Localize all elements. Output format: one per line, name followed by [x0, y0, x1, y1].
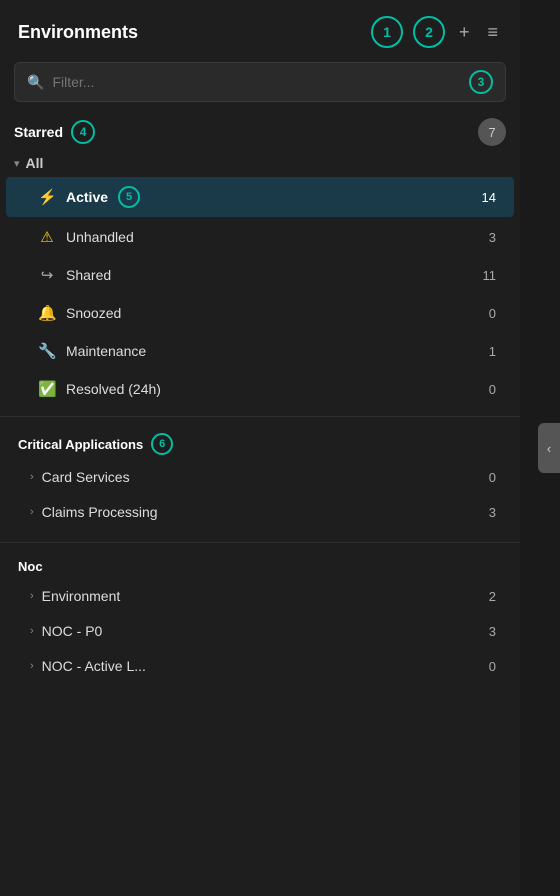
nav-item-resolved[interactable]: ✅ Resolved (24h) 0	[6, 371, 514, 407]
search-icon: 🔍	[27, 74, 44, 91]
maintenance-label: Maintenance	[66, 343, 146, 359]
sidebar-title: Environments	[18, 22, 138, 43]
collapse-badge-7[interactable]: 7	[478, 118, 506, 146]
sub-item-card-services[interactable]: › Card Services 0	[6, 460, 514, 494]
critical-apps-label: Critical Applications 6	[0, 425, 520, 459]
filter-bar: 🔍 3	[0, 58, 520, 112]
resolved-label: Resolved (24h)	[66, 381, 161, 397]
noc-p0-count: 3	[489, 624, 496, 639]
divider-2	[0, 542, 520, 543]
noc-label: Noc	[0, 551, 520, 578]
snoozed-count: 0	[489, 306, 496, 321]
sidebar-header: Environments 1 2 + ≡	[0, 0, 520, 58]
environment-label: Environment	[42, 588, 121, 604]
nav-item-snoozed[interactable]: 🔔 Snoozed 0	[6, 295, 514, 331]
noc-active-chevron-icon: ›	[30, 660, 34, 672]
filter-input[interactable]	[52, 74, 461, 90]
list-button[interactable]: ≡	[483, 18, 502, 47]
all-group-label: All	[26, 155, 44, 171]
sidebar-collapse-tab[interactable]: ‹	[538, 423, 560, 473]
sub-item-claims-processing[interactable]: › Claims Processing 3	[6, 495, 514, 529]
nav-item-active[interactable]: ⚡ Active 5 14	[6, 177, 514, 217]
badge-1[interactable]: 1	[371, 16, 403, 48]
resolved-icon: ✅	[38, 380, 56, 398]
card-services-label: Card Services	[42, 469, 130, 485]
shared-label: Shared	[66, 267, 111, 283]
critical-apps-section: Critical Applications 6 › Card Services …	[0, 425, 520, 534]
filter-input-wrap: 🔍 3	[14, 62, 506, 102]
active-count: 14	[482, 190, 496, 205]
sub-item-noc-active[interactable]: › NOC - Active L... 0	[6, 649, 514, 683]
unhandled-count: 3	[489, 230, 496, 245]
noc-active-label: NOC - Active L...	[42, 658, 146, 674]
starred-badge-4: 4	[71, 120, 95, 144]
sub-item-environment[interactable]: › Environment 2	[6, 579, 514, 613]
starred-section-header: Starred 4 7	[0, 112, 520, 150]
active-label: Active	[66, 189, 108, 205]
shared-count: 11	[483, 268, 497, 283]
starred-label: Starred 4	[14, 120, 95, 144]
snoozed-icon: 🔔	[38, 304, 56, 322]
badge-2[interactable]: 2	[413, 16, 445, 48]
noc-p0-label: NOC - P0	[42, 623, 103, 639]
add-button[interactable]: +	[455, 18, 474, 47]
claims-chevron-icon: ›	[30, 506, 34, 518]
claims-label: Claims Processing	[42, 504, 158, 520]
unhandled-icon: ⚠	[38, 228, 56, 246]
maintenance-icon: 🔧	[38, 342, 56, 360]
shared-icon: ↪	[38, 266, 56, 284]
header-actions: 1 2 + ≡	[371, 16, 502, 48]
environment-chevron-icon: ›	[30, 590, 34, 602]
maintenance-count: 1	[489, 344, 496, 359]
active-icon: ⚡	[38, 188, 56, 206]
snoozed-label: Snoozed	[66, 305, 121, 321]
critical-badge-6: 6	[151, 433, 173, 455]
environment-count: 2	[489, 589, 496, 604]
nav-item-shared[interactable]: ↪ Shared 11	[6, 257, 514, 293]
claims-count: 3	[489, 505, 496, 520]
filter-badge-3[interactable]: 3	[469, 70, 493, 94]
all-group-header[interactable]: ▾ All	[0, 150, 520, 176]
card-services-count: 0	[489, 470, 496, 485]
all-chevron-icon: ▾	[14, 157, 20, 170]
divider-1	[0, 416, 520, 417]
unhandled-label: Unhandled	[66, 229, 134, 245]
content-area: ‹	[520, 0, 560, 896]
noc-active-count: 0	[489, 659, 496, 674]
noc-section: Noc › Environment 2 › NOC - P0 3 › NOC -…	[0, 551, 520, 688]
card-services-chevron-icon: ›	[30, 471, 34, 483]
noc-p0-chevron-icon: ›	[30, 625, 34, 637]
sub-item-noc-p0[interactable]: › NOC - P0 3	[6, 614, 514, 648]
resolved-count: 0	[489, 382, 496, 397]
nav-item-unhandled[interactable]: ⚠ Unhandled 3	[6, 219, 514, 255]
active-item-badge-5: 5	[118, 186, 140, 208]
nav-item-maintenance[interactable]: 🔧 Maintenance 1	[6, 333, 514, 369]
